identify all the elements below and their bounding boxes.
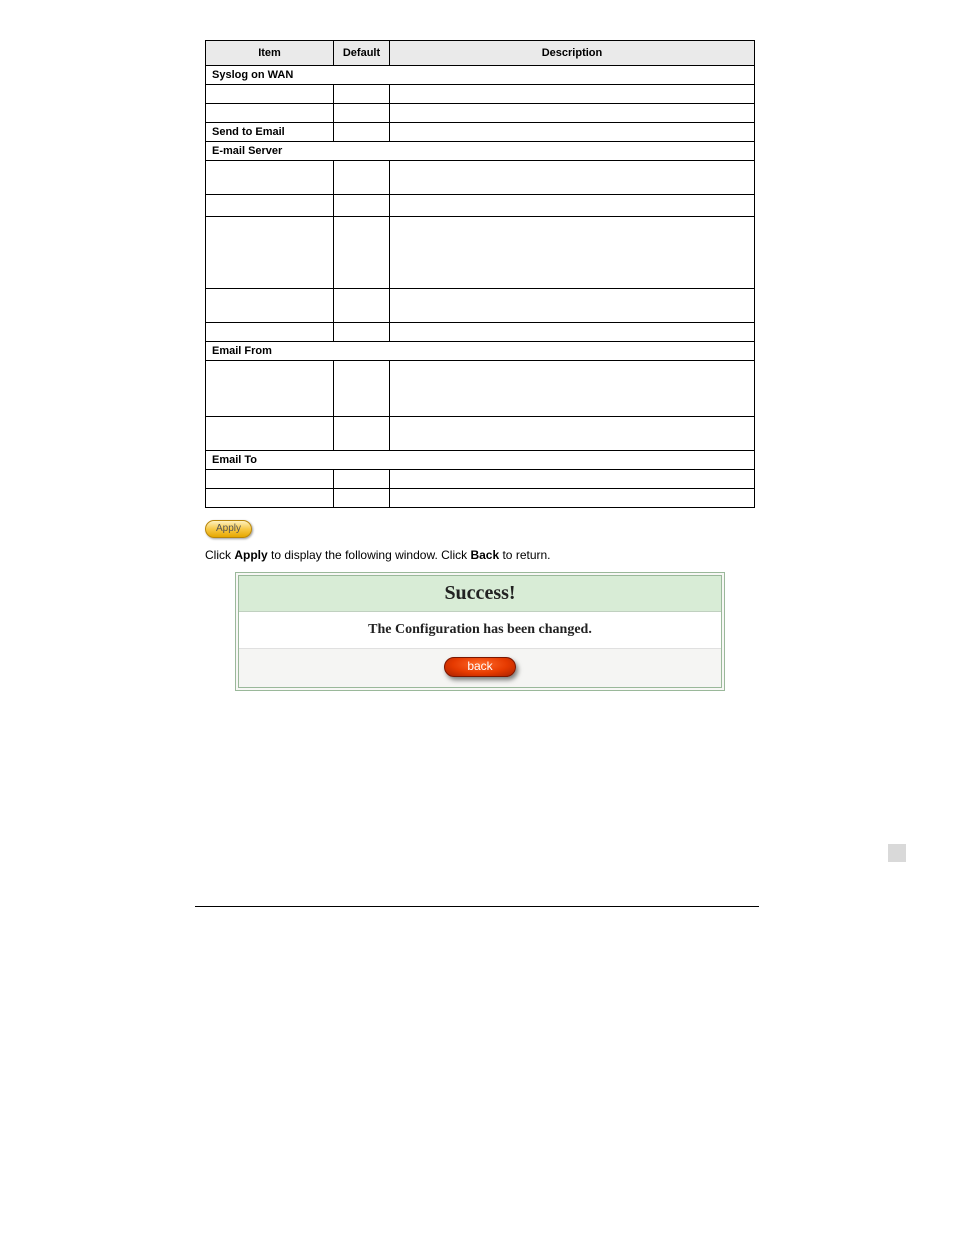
- table-row: [206, 195, 755, 217]
- table-row: [206, 323, 755, 342]
- table-row: [206, 489, 755, 508]
- success-message: The Configuration has been changed.: [239, 612, 721, 649]
- section-email-server: E-mail Server: [206, 142, 755, 161]
- table-row: [206, 289, 755, 323]
- th-item: Item: [206, 41, 334, 66]
- section-email-from: Email From: [206, 342, 755, 361]
- th-description: Description: [390, 41, 755, 66]
- section-email-to: Email To: [206, 451, 755, 470]
- success-dialog: Success! The Configuration has been chan…: [235, 572, 725, 691]
- table-row: [206, 361, 755, 417]
- table-row: [206, 85, 755, 104]
- success-title: Success!: [239, 576, 721, 612]
- section-send-email: Send to Email: [206, 123, 755, 142]
- page-number-box: [888, 844, 906, 862]
- section-syslog-wan: Syslog on WAN: [206, 66, 755, 85]
- footer-rule: [195, 906, 759, 907]
- table-row: [206, 161, 755, 195]
- config-table: Item Default Description Syslog on WAN S…: [205, 40, 755, 508]
- th-default: Default: [334, 41, 390, 66]
- apply-button-label: Apply: [205, 520, 252, 538]
- apply-back-instruction: Click Apply to display the following win…: [205, 548, 755, 562]
- table-row: [206, 104, 755, 123]
- table-row: [206, 470, 755, 489]
- back-button[interactable]: back: [444, 657, 515, 677]
- apply-button-image: Apply: [205, 520, 252, 538]
- table-row: [206, 217, 755, 289]
- table-row: [206, 417, 755, 451]
